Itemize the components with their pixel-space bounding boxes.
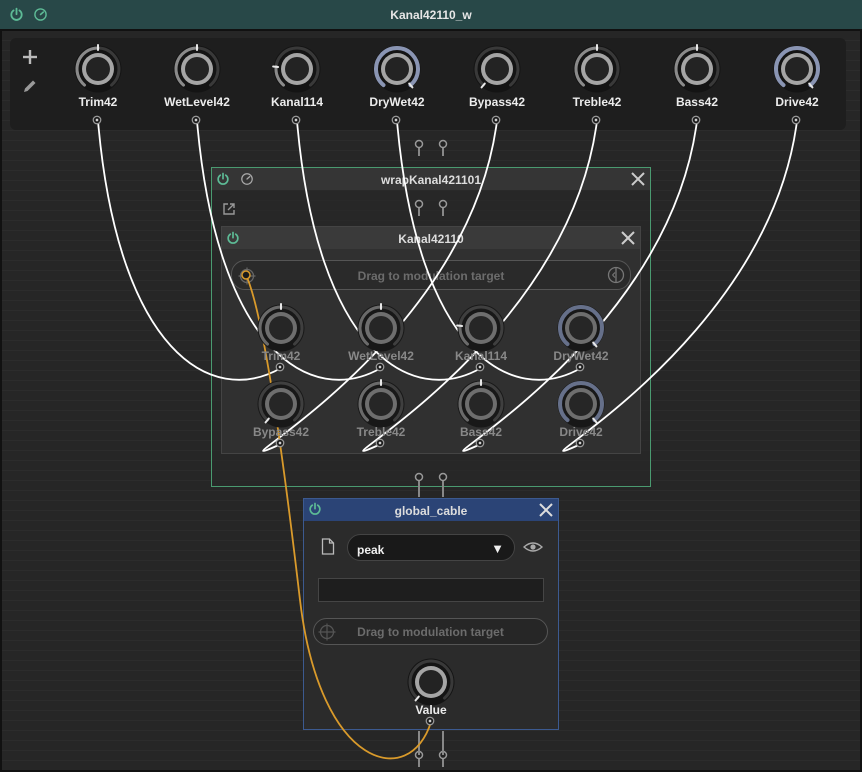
kanal-label-treble42: Treble42 xyxy=(356,425,406,439)
kanal-param-input-drywet42[interactable] xyxy=(575,362,585,372)
kanal-drag-to-modulation-target[interactable]: Drag to modulation target xyxy=(231,260,631,290)
kanal-label-bass42: Bass42 xyxy=(459,425,503,439)
mod-output-trim42[interactable] xyxy=(92,115,102,125)
value-knob-label: Value xyxy=(415,703,447,717)
kanal-label-drive42: Drive42 xyxy=(559,425,603,439)
kanal-param-input-kanal114[interactable] xyxy=(475,362,485,372)
cable-id-value: peak xyxy=(357,543,385,557)
kanal-param-input-drive42[interactable] xyxy=(575,438,585,448)
kanal-param-input-wetlevel42[interactable] xyxy=(375,362,385,372)
kanal-param-input-treble42[interactable] xyxy=(375,438,385,448)
peak-meter xyxy=(318,578,544,602)
cable-id-dropdown[interactable]: peak ▼ xyxy=(347,534,515,561)
kanal-knob-bypass42[interactable] xyxy=(255,378,307,430)
kanal-knob-drive42[interactable] xyxy=(555,378,607,430)
chevron-down-icon: ▼ xyxy=(491,541,504,556)
kanal-knob-bass42[interactable] xyxy=(455,378,507,430)
kanal-param-input-trim42[interactable] xyxy=(275,362,285,372)
value-mod-output[interactable] xyxy=(425,716,435,726)
mod-output-kanal114[interactable] xyxy=(291,115,301,125)
knob-treble42[interactable] xyxy=(571,43,623,95)
kanal-param-input-bass42[interactable] xyxy=(475,438,485,448)
close-icon[interactable] xyxy=(620,230,636,246)
knob-kanal114[interactable] xyxy=(271,43,323,95)
mod-output-wetlevel42[interactable] xyxy=(191,115,201,125)
kanal-node-header[interactable]: Kanal42110 xyxy=(222,227,640,249)
pencil-icon[interactable] xyxy=(22,78,38,94)
wrap-node-title: wrapKanal421101 xyxy=(380,173,482,187)
kanal-label-bypass42: Bypass42 xyxy=(252,425,310,439)
mod-output-drive42[interactable] xyxy=(791,115,801,125)
eye-icon[interactable] xyxy=(523,540,543,554)
label-treble42: Treble42 xyxy=(572,95,622,109)
label-bass42: Bass42 xyxy=(675,95,719,109)
mod-output-treble42[interactable] xyxy=(591,115,601,125)
label-wetlevel42: WetLevel42 xyxy=(164,95,230,109)
kanal-drag-text: Drag to modulation target xyxy=(357,269,505,283)
label-drywet42: DryWet42 xyxy=(369,95,425,109)
mod-output-drywet42[interactable] xyxy=(391,115,401,125)
close-icon[interactable] xyxy=(630,171,646,187)
kanal-knob-drywet42[interactable] xyxy=(555,302,607,354)
global-drag-text: Drag to modulation target xyxy=(357,625,504,639)
knob-bass42[interactable] xyxy=(671,43,723,95)
mod-output-bass42[interactable] xyxy=(691,115,701,125)
kanal-knob-treble42[interactable] xyxy=(355,378,407,430)
kanal-label-kanal114: Kanal114 xyxy=(454,349,508,363)
kanal-knob-wetlevel42[interactable] xyxy=(355,302,407,354)
label-kanal114: Kanal114 xyxy=(270,95,324,109)
macro-modulation-icon[interactable] xyxy=(606,265,626,285)
scriptnode-editor: Kanal42110_w wrapKanal421101 Kanal42110 … xyxy=(0,0,862,772)
kanal-label-wetlevel42: WetLevel42 xyxy=(348,349,414,363)
plus-icon[interactable] xyxy=(22,49,38,65)
kanal-label-trim42: Trim42 xyxy=(261,349,301,363)
global-cable-header[interactable]: global_cable xyxy=(304,499,558,521)
window-titlebar: Kanal42110_w xyxy=(0,0,862,30)
knob-bypass42[interactable] xyxy=(471,43,523,95)
label-drive42: Drive42 xyxy=(775,95,819,109)
kanal-param-input-bypass42[interactable] xyxy=(275,438,285,448)
global-drag-to-modulation-target[interactable]: Drag to modulation target xyxy=(313,618,548,645)
knob-wetlevel42[interactable] xyxy=(171,43,223,95)
kanal-label-drywet42: DryWet42 xyxy=(553,349,609,363)
wrap-node-header[interactable]: wrapKanal421101 xyxy=(212,168,650,190)
value-knob[interactable] xyxy=(405,656,457,708)
close-icon[interactable] xyxy=(538,502,554,518)
global-cable-title: global_cable xyxy=(394,504,468,518)
kanal-knob-kanal114[interactable] xyxy=(455,302,507,354)
popout-icon[interactable] xyxy=(222,202,236,216)
label-trim42: Trim42 xyxy=(78,95,118,109)
mod-output-bypass42[interactable] xyxy=(491,115,501,125)
kanal-knob-trim42[interactable] xyxy=(255,302,307,354)
knob-drywet42[interactable] xyxy=(371,43,423,95)
window-title: Kanal42110_w xyxy=(390,8,472,22)
label-bypass42: Bypass42 xyxy=(468,95,526,109)
knob-trim42[interactable] xyxy=(72,43,124,95)
knob-drive42[interactable] xyxy=(771,43,823,95)
kanal-node-title: Kanal42110 xyxy=(398,232,464,246)
file-icon[interactable] xyxy=(321,538,335,555)
